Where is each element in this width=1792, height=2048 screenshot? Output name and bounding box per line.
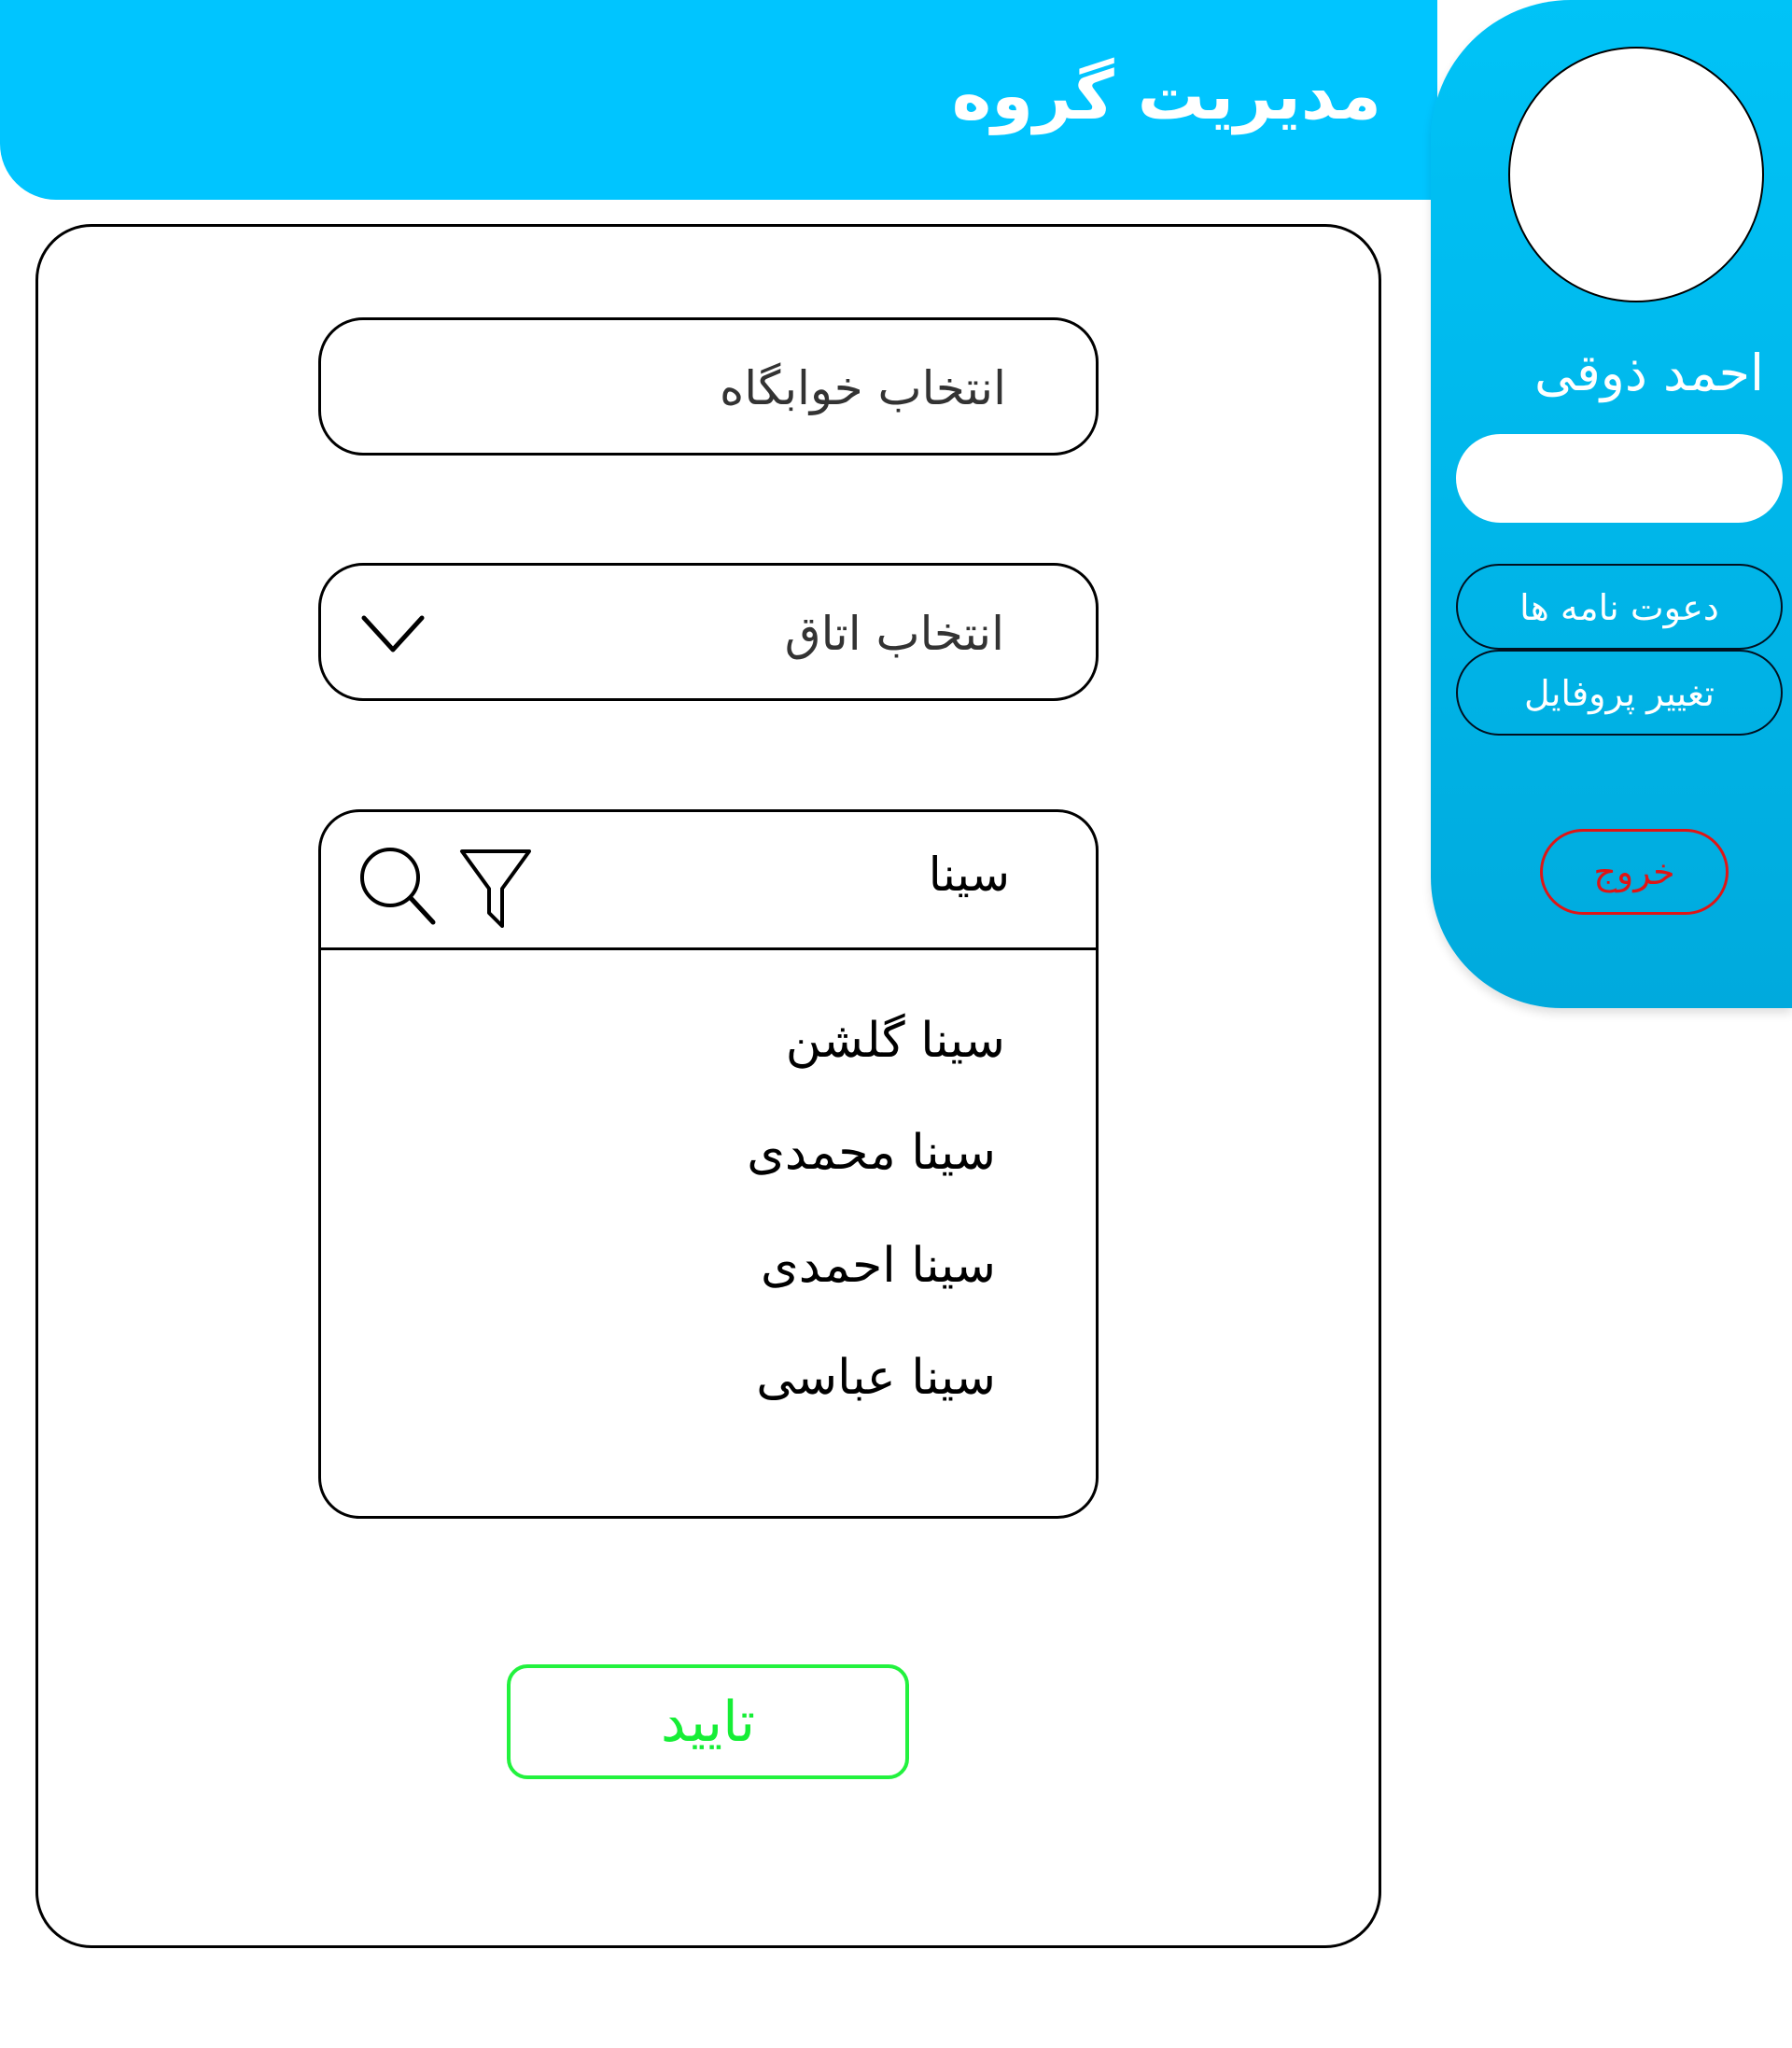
search-result-item[interactable]: سینا گلشن [786,1013,1005,1069]
search-icon[interactable] [358,846,437,926]
logout-button[interactable]: خروج [1540,829,1729,915]
avatar[interactable] [1508,47,1764,302]
search-result-item[interactable]: سینا احمدی [761,1238,996,1294]
search-result-item[interactable]: سینا عباسی [756,1350,996,1406]
search-input[interactable]: سینا [929,848,1010,902]
invites-button[interactable]: دعوت نامه ها [1456,564,1783,650]
change-profile-button[interactable]: تغییر پروفایل [1456,650,1783,736]
profile-field[interactable] [1456,434,1783,523]
room-select[interactable]: انتخاب اتاق [318,563,1099,701]
dorm-select-label: انتخاب خوابگاه [720,361,1006,415]
search-bar[interactable]: سینا [321,812,1096,950]
chevron-down-icon[interactable] [360,612,426,655]
user-name: احمد ذوقی [1533,344,1764,402]
confirm-button[interactable]: تایید [507,1664,909,1779]
page-title: مدیریت گروه [951,56,1381,134]
dorm-select[interactable]: انتخاب خوابگاه [318,317,1099,456]
search-list: سینا سینا گلشن سینا محمدی سینا احمدی سین… [318,809,1099,1519]
search-result-item[interactable]: سینا محمدی [747,1125,996,1181]
filter-icon[interactable] [459,848,532,928]
room-select-label: انتخاب اتاق [784,607,1004,661]
